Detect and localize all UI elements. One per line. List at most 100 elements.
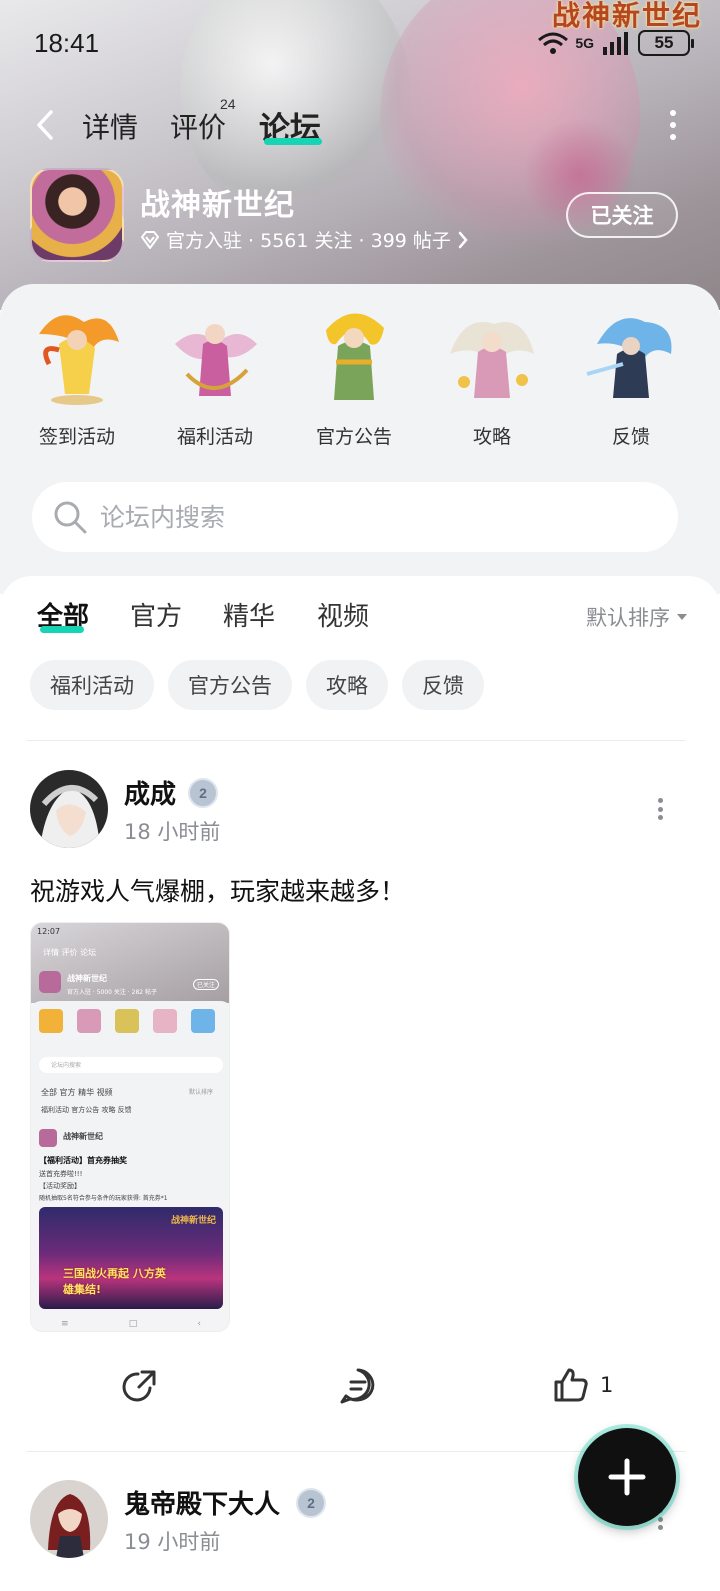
screenshot-cat-2 bbox=[77, 1009, 101, 1033]
screenshot-search: 论坛内搜索 bbox=[51, 1062, 82, 1069]
screenshot-game-name: 战神新世纪 bbox=[67, 974, 107, 983]
game-title: 战神新世纪 bbox=[140, 188, 295, 223]
screenshot-cat-3 bbox=[115, 1009, 139, 1033]
caret-down-icon bbox=[677, 614, 687, 620]
screenshot-game-meta: 官方入驻 · 5000 关注 · 282 帖子 bbox=[67, 989, 157, 996]
category-label: 反馈 bbox=[611, 426, 650, 448]
golden-general-icon bbox=[306, 304, 402, 408]
screenshot-tabs: 详情 评价 论坛 bbox=[43, 948, 97, 957]
post-time: 19 小时前 bbox=[124, 1530, 221, 1554]
sort-label: 默认排序 bbox=[586, 606, 670, 630]
home-icon: □ bbox=[128, 1319, 138, 1329]
post-content: 祝游戏人气爆棚，玩家越来越多！ bbox=[30, 877, 406, 906]
category-guide[interactable]: 攻略 bbox=[432, 304, 552, 449]
screenshot-search-bar: 论坛内搜索 bbox=[39, 1057, 223, 1073]
tab-details[interactable]: 详情 bbox=[82, 106, 138, 146]
like-button[interactable]: 1 bbox=[552, 1366, 613, 1404]
sort-dropdown[interactable]: 默认排序 bbox=[586, 602, 688, 632]
chip-announcement[interactable]: 官方公告 bbox=[168, 660, 292, 710]
category-feedback[interactable]: 反馈 bbox=[571, 304, 691, 449]
menu-icon: ≡ bbox=[61, 1319, 69, 1329]
category-welfare[interactable]: 福利活动 bbox=[155, 304, 275, 449]
post-time: 18 小时前 bbox=[124, 820, 221, 844]
chip-feedback[interactable]: 反馈 bbox=[402, 660, 484, 710]
share-icon bbox=[122, 1370, 156, 1402]
thumbs-up-icon bbox=[554, 1368, 588, 1402]
screenshot-post-avatar bbox=[39, 1129, 57, 1147]
white-dragon-hero-icon bbox=[444, 304, 540, 408]
level-badge-icon: 2 bbox=[296, 1488, 326, 1518]
more-options-button[interactable] bbox=[668, 110, 678, 140]
chevron-left-icon bbox=[37, 110, 53, 140]
screenshot-follow: 已关注 bbox=[193, 979, 220, 990]
back-icon: ‹ bbox=[197, 1319, 201, 1329]
chip-guide[interactable]: 攻略 bbox=[306, 660, 388, 710]
network-type: 5G bbox=[575, 35, 594, 51]
category-announcement[interactable]: 官方公告 bbox=[294, 304, 414, 449]
post-username[interactable]: 鬼帝殿下大人 bbox=[124, 1484, 280, 1521]
post-item[interactable]: 成成 2 18 小时前 祝游戏人气爆棚，玩家越来越多！ 12:07 详情 评价 … bbox=[0, 766, 720, 1456]
game-meta[interactable]: 官方入驻 · 5561 关注 · 399 帖子 bbox=[140, 226, 469, 253]
search-icon bbox=[54, 501, 87, 534]
screenshot-post-line1: 送首充券啦!!! bbox=[39, 1170, 83, 1178]
chip-welfare[interactable]: 福利活动 bbox=[30, 660, 154, 710]
feed-tab-video[interactable]: 视频 bbox=[317, 596, 369, 633]
category-label: 官方公告 bbox=[315, 426, 392, 448]
game-meta-text: 官方入驻 · 5561 关注 · 399 帖子 bbox=[166, 230, 451, 252]
feed-tab-featured[interactable]: 精华 bbox=[223, 596, 275, 633]
share-button[interactable] bbox=[120, 1366, 160, 1406]
post-image[interactable]: 12:07 详情 评价 论坛 战神新世纪 官方入驻 · 5000 关注 · 28… bbox=[30, 922, 230, 1332]
follow-button[interactable]: 已关注 bbox=[566, 192, 678, 238]
comment-icon bbox=[340, 1368, 375, 1404]
active-tab-indicator bbox=[264, 138, 322, 145]
category-checkin[interactable]: 签到活动 bbox=[17, 304, 137, 449]
diamond-icon bbox=[141, 230, 159, 249]
screenshot-sort: 默认排序 bbox=[189, 1089, 214, 1096]
comment-button[interactable] bbox=[338, 1366, 378, 1406]
screenshot-cat-1 bbox=[39, 1009, 63, 1033]
back-button[interactable] bbox=[30, 108, 60, 142]
filter-chips: 福利活动 官方公告 攻略 反馈 bbox=[30, 660, 484, 710]
screenshot-banner-text: 三国战火再起 八方英雄集结! bbox=[63, 1267, 166, 1296]
screenshot-post-line2: 【活动奖励】 bbox=[39, 1182, 81, 1190]
divider bbox=[26, 740, 686, 741]
forum-search-bar[interactable] bbox=[32, 482, 678, 552]
active-feed-tab-indicator bbox=[40, 626, 84, 633]
avatar[interactable] bbox=[30, 770, 108, 848]
screenshot-body: 论坛内搜索 全部 官方 精华 视频 默认排序 福利活动 官方公告 攻略 反馈 战… bbox=[31, 1001, 229, 1202]
chevron-right-icon bbox=[458, 231, 468, 248]
category-label: 签到活动 bbox=[38, 426, 115, 448]
like-count: 1 bbox=[600, 1373, 614, 1397]
blue-dragon-knight-icon bbox=[583, 304, 679, 408]
game-info: 战神新世纪 官方入驻 · 5561 关注 · 399 帖子 已关注 bbox=[0, 166, 720, 266]
screenshot-nav-bar: ≡ □ ‹ bbox=[31, 1315, 229, 1331]
feed-tab-official[interactable]: 官方 bbox=[130, 596, 182, 633]
game-app-icon[interactable] bbox=[30, 168, 124, 262]
screenshot-feed-tabs: 全部 官方 精华 视频 bbox=[41, 1088, 113, 1097]
status-icons: 5G 55 bbox=[537, 30, 694, 56]
screenshot-cat-5 bbox=[191, 1009, 215, 1033]
post-actions: 1 bbox=[0, 1366, 720, 1416]
screenshot-banner-logo: 战神新世纪 bbox=[171, 1216, 217, 1226]
wifi-icon bbox=[538, 32, 569, 54]
tab-reviews[interactable]: 评价 bbox=[170, 106, 226, 146]
plus-icon bbox=[608, 1458, 646, 1496]
status-bar: 18:41 5G 55 bbox=[0, 0, 720, 90]
create-post-button[interactable] bbox=[578, 1428, 676, 1526]
screenshot-post-line3: 随机抽取5名符合参与条件的玩家获得: 首充券*1 bbox=[39, 1195, 168, 1202]
screenshot-banner-image: 三国战火再起 八方英雄集结! 战神新世纪 bbox=[39, 1207, 223, 1309]
search-input[interactable] bbox=[100, 502, 620, 532]
post-more-button[interactable] bbox=[655, 798, 665, 820]
avatar[interactable] bbox=[30, 1480, 108, 1558]
forum-categories-panel: 签到活动 福利活动 官方公告 攻略 反馈 论坛内搜索 bbox=[0, 284, 720, 594]
screenshot-header: 12:07 详情 评价 论坛 战神新世纪 官方入驻 · 5000 关注 · 28… bbox=[31, 923, 229, 1003]
game-header-banner: 战神新世纪 18:41 5G 55 详情 评价 24 论坛 战神新世纪 官方入驻… bbox=[0, 0, 720, 310]
category-label: 攻略 bbox=[472, 426, 511, 448]
status-time: 18:41 bbox=[34, 28, 100, 58]
level-badge-icon: 2 bbox=[188, 778, 218, 808]
post-username[interactable]: 成成 bbox=[124, 774, 176, 811]
signal-icon bbox=[603, 32, 628, 55]
screenshot-time: 12:07 bbox=[37, 927, 61, 936]
reviews-count-badge: 24 bbox=[220, 96, 236, 112]
screenshot-game-icon bbox=[39, 971, 61, 993]
